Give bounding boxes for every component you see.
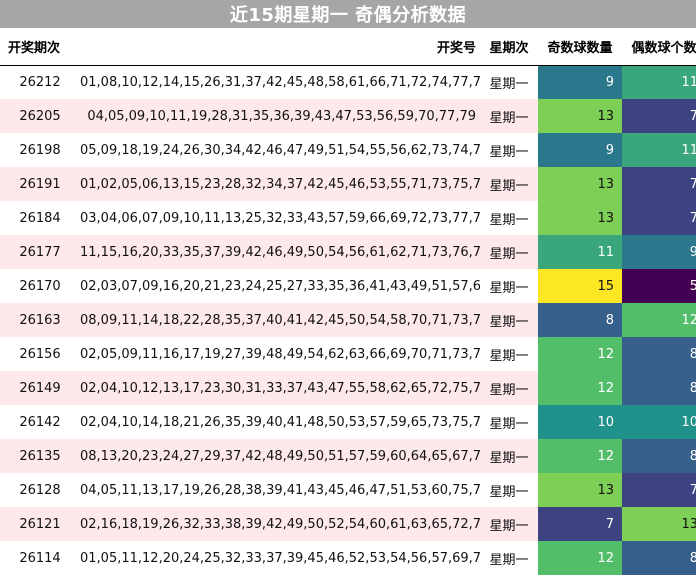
even-count-cell: 12 — [622, 303, 696, 337]
even-count-cell: 8 — [622, 371, 696, 405]
period-cell: 26135 — [0, 439, 80, 473]
page-title: 近15期星期一 奇偶分析数据 — [0, 0, 696, 28]
numbers-cell: 02,04,10,14,18,21,26,35,39,40,41,48,50,5… — [80, 405, 480, 439]
period-cell: 26205 — [0, 99, 80, 133]
odd-count-cell: 9 — [538, 133, 622, 167]
numbers-cell: 01,08,10,12,14,15,26,31,37,42,45,48,58,6… — [80, 65, 480, 99]
odd-count-cell: 8 — [538, 303, 622, 337]
even-count-cell: 7 — [622, 99, 696, 133]
week-cell: 星期一 — [480, 439, 538, 473]
week-cell: 星期一 — [480, 235, 538, 269]
odd-even-table: 开奖期次 开奖号 星期次 奇数球数量 偶数球个数 26212 01,08,10,1… — [0, 29, 696, 575]
table-row: 26149 02,04,10,12,13,17,23,30,31,33,37,43… — [0, 371, 696, 405]
odd-count-cell: 13 — [538, 201, 622, 235]
header-numbers: 开奖号 — [80, 29, 480, 66]
even-count-cell: 10 — [622, 405, 696, 439]
table-row: 26212 01,08,10,12,14,15,26,31,37,42,45,48… — [0, 65, 696, 99]
period-cell: 26128 — [0, 473, 80, 507]
week-cell: 星期一 — [480, 371, 538, 405]
even-count-cell: 8 — [622, 337, 696, 371]
table-row: 26198 05,09,18,19,24,26,30,34,42,46,47,49… — [0, 133, 696, 167]
week-cell: 星期一 — [480, 269, 538, 303]
even-count-cell: 7 — [622, 473, 696, 507]
odd-count-cell: 12 — [538, 439, 622, 473]
table-row: 26135 08,13,20,23,24,27,29,37,42,48,49,50… — [0, 439, 696, 473]
numbers-cell: 02,16,18,19,26,32,33,38,39,42,49,50,52,5… — [80, 507, 480, 541]
table-row: 26114 01,05,11,12,20,24,25,32,33,37,39,45… — [0, 541, 696, 575]
odd-count-cell: 7 — [538, 507, 622, 541]
even-count-cell: 9 — [622, 235, 696, 269]
numbers-cell: 02,03,07,09,16,20,21,23,24,25,27,33,35,3… — [80, 269, 480, 303]
table-row: 26177 11,15,16,20,33,35,37,39,42,46,49,50… — [0, 235, 696, 269]
week-cell: 星期一 — [480, 201, 538, 235]
odd-count-cell: 9 — [538, 65, 622, 99]
numbers-cell: 11,15,16,20,33,35,37,39,42,46,49,50,54,5… — [80, 235, 480, 269]
odd-count-cell: 12 — [538, 371, 622, 405]
even-count-cell: 13 — [622, 507, 696, 541]
week-cell: 星期一 — [480, 133, 538, 167]
even-count-cell: 7 — [622, 201, 696, 235]
period-cell: 26121 — [0, 507, 80, 541]
odd-count-cell: 13 — [538, 473, 622, 507]
numbers-cell: 01,02,05,06,13,15,23,28,32,34,37,42,45,4… — [80, 167, 480, 201]
period-cell: 26177 — [0, 235, 80, 269]
period-cell: 26198 — [0, 133, 80, 167]
table-row: 26184 03,04,06,07,09,10,11,13,25,32,33,43… — [0, 201, 696, 235]
week-cell: 星期一 — [480, 473, 538, 507]
header-even-count: 偶数球个数 — [622, 29, 696, 66]
week-cell: 星期一 — [480, 337, 538, 371]
table-row: 26121 02,16,18,19,26,32,33,38,39,42,49,50… — [0, 507, 696, 541]
odd-count-cell: 10 — [538, 405, 622, 439]
numbers-cell: 08,13,20,23,24,27,29,37,42,48,49,50,51,5… — [80, 439, 480, 473]
header-week: 星期次 — [480, 29, 538, 66]
table-row: 26156 02,05,09,11,16,17,19,27,39,48,49,54… — [0, 337, 696, 371]
numbers-cell: 08,09,11,14,18,22,28,35,37,40,41,42,45,5… — [80, 303, 480, 337]
table-row: 26170 02,03,07,09,16,20,21,23,24,25,27,33… — [0, 269, 696, 303]
period-cell: 26212 — [0, 65, 80, 99]
period-cell: 26114 — [0, 541, 80, 575]
odd-count-cell: 12 — [538, 337, 622, 371]
period-cell: 26156 — [0, 337, 80, 371]
odd-count-cell: 13 — [538, 167, 622, 201]
numbers-cell: 05,09,18,19,24,26,30,34,42,46,47,49,51,5… — [80, 133, 480, 167]
week-cell: 星期一 — [480, 303, 538, 337]
header-period: 开奖期次 — [0, 29, 80, 66]
numbers-cell: 02,05,09,11,16,17,19,27,39,48,49,54,62,6… — [80, 337, 480, 371]
even-count-cell: 8 — [622, 541, 696, 575]
period-cell: 26149 — [0, 371, 80, 405]
table-row: 26163 08,09,11,14,18,22,28,35,37,40,41,42… — [0, 303, 696, 337]
even-count-cell: 5 — [622, 269, 696, 303]
odd-count-cell: 11 — [538, 235, 622, 269]
table-row: 26128 04,05,11,13,17,19,26,28,38,39,41,43… — [0, 473, 696, 507]
period-cell: 26163 — [0, 303, 80, 337]
week-cell: 星期一 — [480, 167, 538, 201]
period-cell: 26142 — [0, 405, 80, 439]
period-cell: 26191 — [0, 167, 80, 201]
table-header-row: 开奖期次 开奖号 星期次 奇数球数量 偶数球个数 — [0, 29, 696, 66]
even-count-cell: 11 — [622, 65, 696, 99]
even-count-cell: 7 — [622, 167, 696, 201]
odd-count-cell: 12 — [538, 541, 622, 575]
header-odd-count: 奇数球数量 — [538, 29, 622, 66]
week-cell: 星期一 — [480, 99, 538, 133]
odd-count-cell: 15 — [538, 269, 622, 303]
week-cell: 星期一 — [480, 507, 538, 541]
even-count-cell: 11 — [622, 133, 696, 167]
period-cell: 26184 — [0, 201, 80, 235]
odd-count-cell: 13 — [538, 99, 622, 133]
week-cell: 星期一 — [480, 541, 538, 575]
table-row: 26205 04,05,09,10,11,19,28,31,35,36,39,43… — [0, 99, 696, 133]
numbers-cell: 03,04,06,07,09,10,11,13,25,32,33,43,57,5… — [80, 201, 480, 235]
numbers-cell: 04,05,11,13,17,19,26,28,38,39,41,43,45,4… — [80, 473, 480, 507]
table-row: 26191 01,02,05,06,13,15,23,28,32,34,37,42… — [0, 167, 696, 201]
week-cell: 星期一 — [480, 65, 538, 99]
even-count-cell: 8 — [622, 439, 696, 473]
period-cell: 26170 — [0, 269, 80, 303]
numbers-cell: 01,05,11,12,20,24,25,32,33,37,39,45,46,5… — [80, 541, 480, 575]
week-cell: 星期一 — [480, 405, 538, 439]
table-row: 26142 02,04,10,14,18,21,26,35,39,40,41,48… — [0, 405, 696, 439]
table-body: 26212 01,08,10,12,14,15,26,31,37,42,45,48… — [0, 65, 696, 575]
numbers-cell: 04,05,09,10,11,19,28,31,35,36,39,43,47,5… — [80, 99, 480, 133]
numbers-cell: 02,04,10,12,13,17,23,30,31,33,37,43,47,5… — [80, 371, 480, 405]
